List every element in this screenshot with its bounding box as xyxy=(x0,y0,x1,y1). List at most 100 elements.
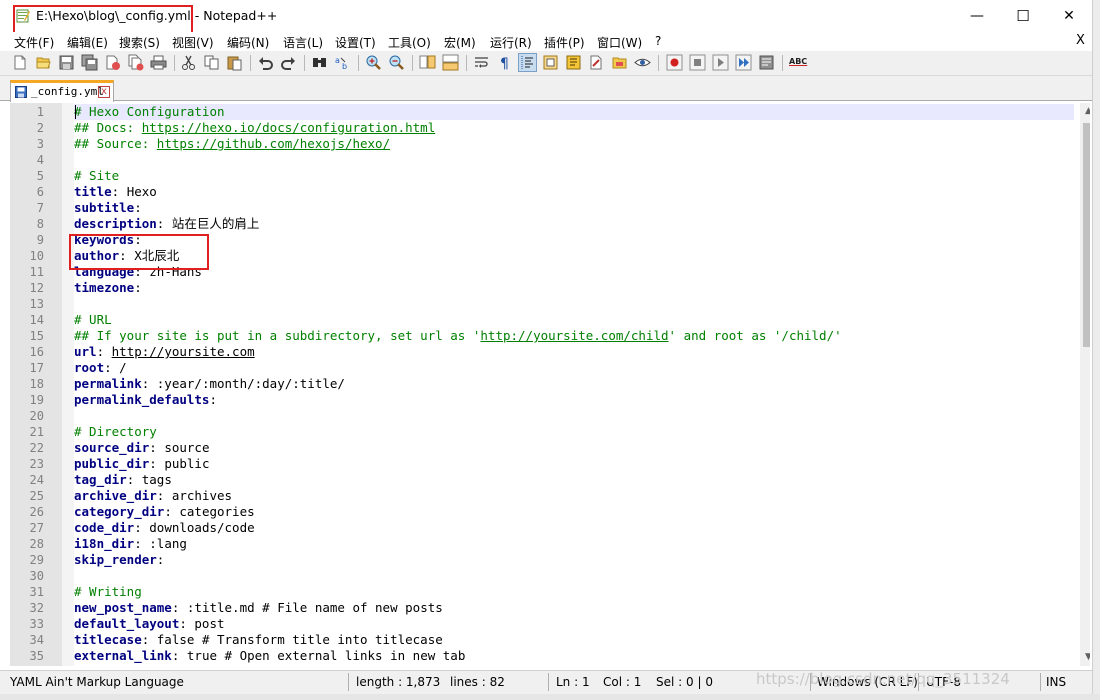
code-line[interactable]: url: http://yoursite.com xyxy=(74,344,1074,360)
code-line[interactable] xyxy=(74,568,1074,584)
sync-vertical-icon[interactable] xyxy=(419,54,436,71)
code-line[interactable]: titlecase: false # Transform title into … xyxy=(74,632,1074,648)
menu-plugins[interactable]: 插件(P) xyxy=(544,34,585,51)
play-macro-icon[interactable] xyxy=(712,54,729,71)
code-line[interactable] xyxy=(74,152,1074,168)
save-icon[interactable] xyxy=(58,54,75,71)
code-line[interactable]: skip_render: xyxy=(74,552,1074,568)
code-line[interactable]: # URL xyxy=(74,312,1074,328)
code-line[interactable]: category_dir: categories xyxy=(74,504,1074,520)
code-line[interactable]: permalink: :year/:month/:day/:title/ xyxy=(74,376,1074,392)
word-wrap-icon[interactable] xyxy=(473,54,490,71)
open-file-icon[interactable] xyxy=(35,54,52,71)
code-line[interactable]: # Hexo Configuration xyxy=(74,104,1074,120)
save-all-icon[interactable] xyxy=(81,54,98,71)
menu-help[interactable]: ? xyxy=(655,34,661,48)
editor-area[interactable]: 1 2 3 4 5 6 7 8 9 10 11 12 13 14 15 16 17 18 19 20 21 22 23 24 2… xyxy=(10,103,1090,666)
new-file-icon[interactable] xyxy=(12,54,29,71)
code-line[interactable]: default_layout: post xyxy=(74,616,1074,632)
code-line[interactable]: public_dir: public xyxy=(74,456,1074,472)
code-line[interactable]: external_link: true # Open external link… xyxy=(74,648,1074,664)
run-macro-multiple-icon[interactable] xyxy=(735,54,752,71)
scroll-up-icon[interactable]: ▲ xyxy=(1080,103,1090,120)
indent-guide-icon[interactable] xyxy=(518,53,537,72)
eye-icon[interactable] xyxy=(634,54,651,71)
maximize-button[interactable]: ☐ xyxy=(1000,0,1046,32)
code-line[interactable]: description: 站在巨人的肩上 xyxy=(74,216,1074,232)
code-line[interactable]: permalink_defaults: xyxy=(74,392,1074,408)
copy-icon[interactable] xyxy=(203,54,220,71)
code-line[interactable]: new_post_name: :title.md # File name of … xyxy=(74,600,1074,616)
code-url-token[interactable]: https://hexo.io/docs/configuration.html xyxy=(142,120,436,135)
code-line[interactable] xyxy=(74,408,1074,424)
code-line[interactable]: author: X北辰北 xyxy=(74,248,1074,264)
menu-settings[interactable]: 设置(T) xyxy=(335,34,376,51)
code-line[interactable]: language: zh-Hans xyxy=(74,264,1074,280)
tab-config-yml[interactable]: _config.yml x xyxy=(10,80,114,102)
code-text-area[interactable]: # Hexo Configuration ## Docs: https://hex… xyxy=(74,103,1074,666)
monitoring-icon[interactable] xyxy=(611,54,628,71)
close-document-button[interactable]: X xyxy=(1076,33,1085,48)
minimize-button[interactable]: — xyxy=(954,0,1000,32)
code-line[interactable]: title: Hexo xyxy=(74,184,1074,200)
zoom-in-icon[interactable] xyxy=(365,54,382,71)
close-all-icon[interactable] xyxy=(127,54,144,71)
menu-tools[interactable]: 工具(O) xyxy=(388,34,431,51)
scrollbar-thumb[interactable] xyxy=(1083,123,1090,347)
code-url-token[interactable]: http://yoursite.com xyxy=(112,344,255,359)
close-window-button[interactable]: ✕ xyxy=(1046,0,1092,32)
code-line[interactable]: # Writing xyxy=(74,584,1074,600)
code-line[interactable] xyxy=(74,296,1074,312)
toolbar-separator xyxy=(412,55,413,71)
show-all-chars-icon[interactable]: ¶ xyxy=(496,54,513,71)
code-line[interactable]: # Directory xyxy=(74,424,1074,440)
undo-icon[interactable] xyxy=(257,54,274,71)
code-line[interactable]: ## Docs: https://hexo.io/docs/configurat… xyxy=(74,120,1074,136)
vertical-scrollbar[interactable]: ▲ ▼ xyxy=(1080,103,1090,666)
toolbar-separator xyxy=(658,55,659,71)
cut-icon[interactable] xyxy=(180,54,197,71)
menu-language[interactable]: 语言(L) xyxy=(283,34,323,51)
folder-workspace-icon[interactable] xyxy=(588,54,605,71)
code-line[interactable]: ## Source: https://github.com/hexojs/hex… xyxy=(74,136,1074,152)
menu-edit[interactable]: 编辑(E) xyxy=(67,34,108,51)
code-line[interactable]: archive_dir: archives xyxy=(74,488,1074,504)
scroll-down-icon[interactable]: ▼ xyxy=(1080,649,1090,666)
code-line[interactable]: ## If your site is put in a subdirectory… xyxy=(74,328,1074,344)
replace-icon[interactable]: ab xyxy=(334,54,351,71)
paste-icon[interactable] xyxy=(226,54,243,71)
menu-file[interactable]: 文件(F) xyxy=(14,34,54,51)
fold-margin[interactable] xyxy=(62,103,74,666)
code-line[interactable]: source_dir: source xyxy=(74,440,1074,456)
code-line[interactable]: code_dir: downloads/code xyxy=(74,520,1074,536)
record-macro-icon[interactable] xyxy=(666,54,683,71)
code-line[interactable]: timezone: xyxy=(74,280,1074,296)
sync-horizontal-icon[interactable] xyxy=(442,54,459,71)
code-line[interactable]: i18n_dir: :lang xyxy=(74,536,1074,552)
code-line[interactable]: subtitle: xyxy=(74,200,1074,216)
menu-run[interactable]: 运行(R) xyxy=(490,34,532,51)
code-line[interactable]: tag_dir: tags xyxy=(74,472,1074,488)
menu-window[interactable]: 窗口(W) xyxy=(597,34,642,51)
code-line[interactable]: keywords: xyxy=(74,232,1074,248)
print-icon[interactable] xyxy=(150,54,167,71)
menu-encoding[interactable]: 编码(N) xyxy=(227,34,269,51)
code-key-token: i18n_dir xyxy=(74,536,135,551)
code-line[interactable]: root: / xyxy=(74,360,1074,376)
code-url-token[interactable]: http://yoursite.com/child xyxy=(480,328,668,343)
doc-map-icon[interactable] xyxy=(542,54,559,71)
function-list-icon[interactable] xyxy=(565,54,582,71)
menu-macro[interactable]: 宏(M) xyxy=(444,34,476,51)
find-icon[interactable] xyxy=(311,54,328,71)
menu-search[interactable]: 搜索(S) xyxy=(119,34,160,51)
code-line[interactable]: # Site xyxy=(74,168,1074,184)
redo-icon[interactable] xyxy=(280,54,297,71)
tab-close-button[interactable]: x xyxy=(98,86,110,98)
close-icon[interactable] xyxy=(104,54,121,71)
zoom-out-icon[interactable] xyxy=(388,54,405,71)
save-macro-icon[interactable] xyxy=(758,54,775,71)
spell-check-icon[interactable]: ABC xyxy=(789,54,807,71)
code-url-token[interactable]: https://github.com/hexojs/hexo/ xyxy=(157,136,390,151)
menu-view[interactable]: 视图(V) xyxy=(172,34,214,51)
stop-macro-icon[interactable] xyxy=(689,54,706,71)
